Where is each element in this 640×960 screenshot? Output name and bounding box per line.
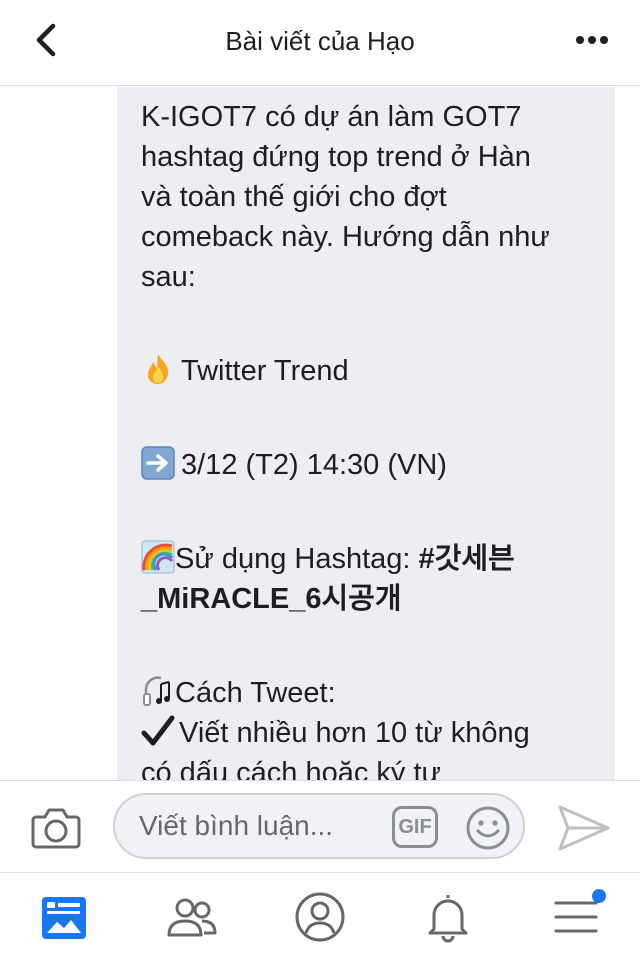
headphones-icon [143,676,170,706]
right-arrow-icon [141,446,175,480]
comment-placeholder: Viết bình luận... [139,810,334,841]
tip-text-1: Viết nhiều hơn 10 từ không [179,717,530,749]
date-line: 3/12 (T2) 14:30 (VN) [141,445,601,485]
send-button[interactable] [556,803,612,853]
notification-dot [592,889,606,903]
post-text: K-IGOT7 có dự án làm GOT7 hashtag đứng t… [141,97,601,780]
news-feed-icon [42,897,86,939]
post-line: sau: [141,261,196,293]
hashtag-line-2: _MiRACLE_6시공개 [141,579,601,619]
smiley-button[interactable] [465,805,511,851]
camera-button[interactable] [30,803,82,851]
nav-friends[interactable] [164,889,220,945]
checkmark-icon [141,715,175,746]
post-line: và toàn thế giới cho đợt [141,181,447,213]
tweet-label: Cách Tweet: [175,677,336,709]
top-bar: Bài viết của Hạo [0,0,640,86]
profile-icon [295,892,345,942]
nav-menu[interactable] [548,889,606,945]
post-content-area[interactable]: K-IGOT7 có dự án làm GOT7 hashtag đứng t… [0,87,640,780]
nav-notifications[interactable] [420,889,476,945]
smiley-icon [466,806,510,850]
bell-icon [428,895,468,943]
hashtag-prefix: Sử dụng Hashtag: [175,543,419,575]
page-title: Bài viết của Hạo [225,26,415,56]
post-line: K-IGOT7 có dự án làm GOT7 [141,101,522,133]
more-horizontal-icon [576,36,608,44]
gif-button[interactable]: GIF [392,806,438,848]
send-icon [558,805,610,851]
bottom-nav [0,872,640,960]
friends-icon [167,898,217,937]
tweet-line: Cách Tweet: [141,673,601,713]
nav-profile[interactable] [292,889,348,945]
post-line: comeback này. Hướng dẫn như [141,221,550,253]
fire-icon [147,354,169,384]
tip-line-1: Viết nhiều hơn 10 từ không [141,713,601,753]
post-line: hashtag đứng top trend ở Hàn [141,141,531,173]
comment-bar: Viết bình luận... GIF [0,780,640,872]
nav-news-feed[interactable] [36,889,92,945]
camera-icon [31,808,81,849]
hashtag-link-part2[interactable]: _MiRACLE_6시공개 [141,583,402,615]
back-button[interactable] [28,20,68,60]
hashtag-link-part1[interactable]: #갓세븐 [419,543,515,575]
date-label: 3/12 (T2) 14:30 (VN) [181,449,447,481]
chevron-left-icon [36,23,56,57]
comment-input[interactable]: Viết bình luận... GIF [113,793,525,859]
rainbow-icon [141,540,175,574]
more-button[interactable] [572,28,612,52]
trend-line: Twitter Trend [141,351,601,391]
trend-label: Twitter Trend [181,355,349,387]
tip-line-2: có dấu cách hoặc ký tự [141,757,441,780]
hashtag-line: Sử dụng Hashtag: #갓세븐 [141,539,601,579]
